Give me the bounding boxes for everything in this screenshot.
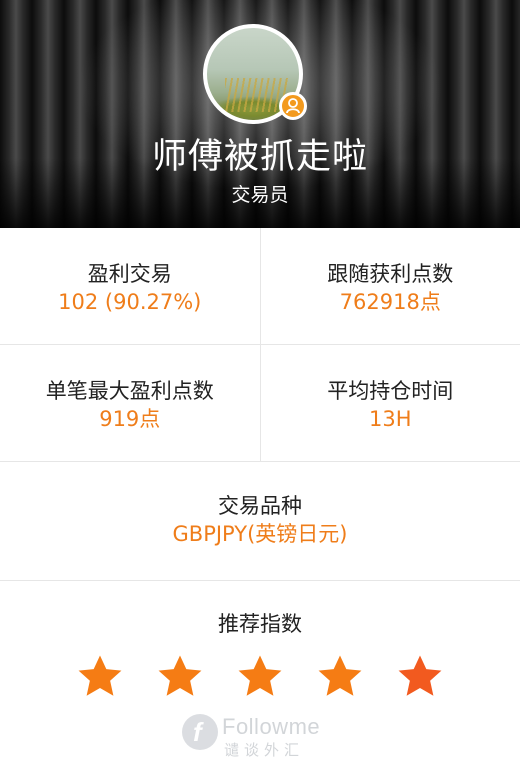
stat-label: 交易品种: [218, 494, 302, 518]
stat-instrument: 交易品种 GBPJPY(英镑日元): [0, 462, 520, 580]
stat-label: 平均持仓时间: [327, 379, 454, 403]
stat-value: 762918点: [339, 290, 441, 314]
stat-label: 盈利交易: [87, 262, 172, 286]
stat-profit-trades: 盈利交易 102 (90.27%): [0, 228, 261, 344]
stats-grid: 盈利交易 102 (90.27%) 跟随获利点数 762918点 单笔最大盈利点…: [0, 228, 520, 581]
trader-role: 交易员: [231, 184, 289, 206]
trader-badge-icon: [279, 92, 307, 120]
followme-logo-icon: f: [182, 714, 218, 750]
avatar-container[interactable]: [203, 24, 307, 124]
star-icon: [158, 655, 202, 696]
followme-watermark: f Followme 谴谈外汇: [182, 714, 342, 760]
star-icon: [78, 655, 122, 696]
stat-value: 919点: [99, 407, 161, 431]
stat-value: GBPJPY(英镑日元): [172, 522, 348, 546]
rating-stars: [0, 654, 520, 698]
watermark-brand: Followme: [222, 714, 321, 739]
star-icon: [318, 655, 362, 696]
stats-row: 单笔最大盈利点数 919点 平均持仓时间 13H: [0, 345, 520, 462]
rating-label: 推荐指数: [218, 612, 302, 636]
stat-label: 单笔最大盈利点数: [45, 379, 214, 403]
stat-label: 跟随获利点数: [327, 262, 454, 286]
logo-letter: f: [193, 717, 202, 747]
profile-header: 师傅被抓走啦 交易员: [0, 0, 520, 228]
stat-follow-profit-points: 跟随获利点数 762918点: [261, 228, 520, 344]
stat-value: 102 (90.27%): [58, 290, 202, 314]
star-icon: [398, 655, 442, 696]
stats-row: 交易品种 GBPJPY(英镑日元): [0, 462, 520, 581]
star-icon: [238, 655, 282, 696]
recommendation-rating: 推荐指数: [0, 582, 520, 698]
stat-avg-hold-time: 平均持仓时间 13H: [261, 345, 520, 461]
stat-max-single-profit: 单笔最大盈利点数 919点: [0, 345, 261, 461]
watermark-subtitle: 谴谈外汇: [224, 741, 305, 759]
person-icon: [286, 98, 300, 114]
stat-value: 13H: [368, 407, 412, 431]
stats-row: 盈利交易 102 (90.27%) 跟随获利点数 762918点: [0, 228, 520, 345]
trader-name: 师傅被抓走啦: [151, 137, 368, 177]
